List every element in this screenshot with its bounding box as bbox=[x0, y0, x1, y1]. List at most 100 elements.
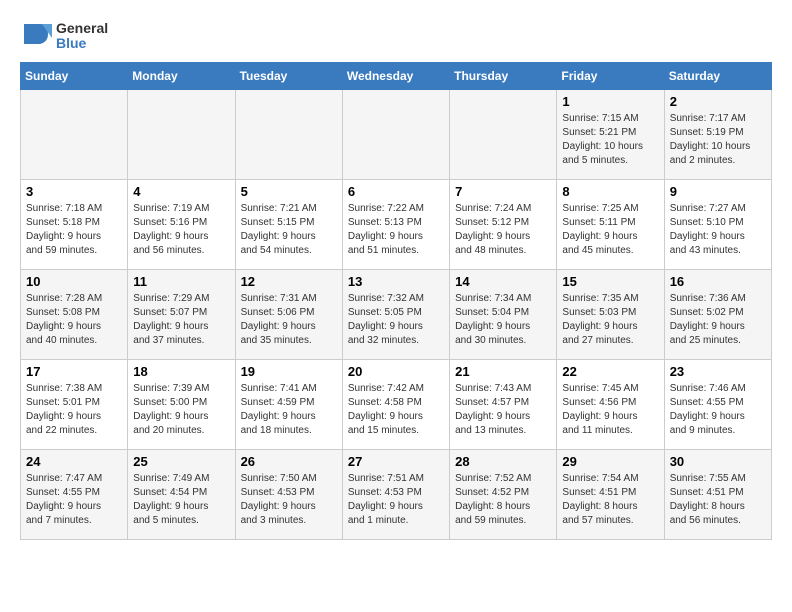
logo-icon bbox=[20, 20, 52, 52]
day-number: 27 bbox=[348, 454, 444, 469]
calendar-cell: 29 Sunrise: 7:54 AM Sunset: 4:51 PM Dayli… bbox=[557, 450, 664, 540]
day-number: 2 bbox=[670, 94, 766, 109]
col-header-wednesday: Wednesday bbox=[342, 63, 449, 90]
day-info: Sunrise: 7:42 AM Sunset: 4:58 PM Dayligh… bbox=[348, 382, 444, 438]
day-number: 23 bbox=[670, 364, 766, 379]
calendar-cell bbox=[450, 90, 557, 180]
logo-text-general: General bbox=[56, 21, 108, 36]
day-number: 19 bbox=[241, 364, 337, 379]
col-header-friday: Friday bbox=[557, 63, 664, 90]
day-info: Sunrise: 7:41 AM Sunset: 4:59 PM Dayligh… bbox=[241, 382, 337, 438]
calendar-cell: 11Sunrise: 7:29 AM Sunset: 5:07 PM Dayli… bbox=[128, 270, 235, 360]
day-number: 26 bbox=[241, 454, 337, 469]
day-info: Sunrise: 7:46 AM Sunset: 4:55 PM Dayligh… bbox=[670, 382, 766, 438]
calendar-cell: 5 Sunrise: 7:21 AM Sunset: 5:15 PM Daylig… bbox=[235, 180, 342, 270]
calendar-cell: 26 Sunrise: 7:50 AM Sunset: 4:53 PM Dayli… bbox=[235, 450, 342, 540]
day-number: 7 bbox=[455, 184, 551, 199]
day-number: 15 bbox=[562, 274, 658, 289]
day-info: Sunrise: 7:19 AM Sunset: 5:16 PM Dayligh… bbox=[133, 202, 229, 258]
calendar-cell: 12 Sunrise: 7:31 AM Sunset: 5:06 PM Dayli… bbox=[235, 270, 342, 360]
calendar-cell: 19 Sunrise: 7:41 AM Sunset: 4:59 PM Dayli… bbox=[235, 360, 342, 450]
calendar-cell: 2 Sunrise: 7:17 AM Sunset: 5:19 PM Daylig… bbox=[664, 90, 771, 180]
day-number: 14 bbox=[455, 274, 551, 289]
calendar-cell: 17 Sunrise: 7:38 AM Sunset: 5:01 PM Dayli… bbox=[21, 360, 128, 450]
day-number: 20 bbox=[348, 364, 444, 379]
calendar-cell: 16 Sunrise: 7:36 AM Sunset: 5:02 PM Dayli… bbox=[664, 270, 771, 360]
day-info: Sunrise: 7:25 AM Sunset: 5:11 PM Dayligh… bbox=[562, 202, 658, 258]
day-info: Sunrise: 7:54 AM Sunset: 4:51 PM Dayligh… bbox=[562, 472, 658, 528]
day-number: 25 bbox=[133, 454, 229, 469]
calendar-cell: 6 Sunrise: 7:22 AM Sunset: 5:13 PM Daylig… bbox=[342, 180, 449, 270]
calendar-cell: 4 Sunrise: 7:19 AM Sunset: 5:16 PM Daylig… bbox=[128, 180, 235, 270]
col-header-tuesday: Tuesday bbox=[235, 63, 342, 90]
day-number: 9 bbox=[670, 184, 766, 199]
calendar-table: SundayMondayTuesdayWednesdayThursdayFrid… bbox=[20, 62, 772, 540]
day-number: 18 bbox=[133, 364, 229, 379]
calendar-cell: 15 Sunrise: 7:35 AM Sunset: 5:03 PM Dayli… bbox=[557, 270, 664, 360]
day-number: 5 bbox=[241, 184, 337, 199]
day-info: Sunrise: 7:49 AM Sunset: 4:54 PM Dayligh… bbox=[133, 472, 229, 528]
calendar-cell: 22 Sunrise: 7:45 AM Sunset: 4:56 PM Dayli… bbox=[557, 360, 664, 450]
day-info: Sunrise: 7:22 AM Sunset: 5:13 PM Dayligh… bbox=[348, 202, 444, 258]
logo-wordmark: General Blue bbox=[20, 20, 108, 52]
day-info: Sunrise: 7:28 AM Sunset: 5:08 PM Dayligh… bbox=[26, 292, 122, 348]
page-header: General Blue bbox=[20, 20, 772, 52]
day-info: Sunrise: 7:55 AM Sunset: 4:51 PM Dayligh… bbox=[670, 472, 766, 528]
day-number: 4 bbox=[133, 184, 229, 199]
calendar-cell: 25 Sunrise: 7:49 AM Sunset: 4:54 PM Dayli… bbox=[128, 450, 235, 540]
day-info: Sunrise: 7:35 AM Sunset: 5:03 PM Dayligh… bbox=[562, 292, 658, 348]
day-number: 6 bbox=[348, 184, 444, 199]
calendar-cell: 21 Sunrise: 7:43 AM Sunset: 4:57 PM Dayli… bbox=[450, 360, 557, 450]
day-info: Sunrise: 7:52 AM Sunset: 4:52 PM Dayligh… bbox=[455, 472, 551, 528]
day-number: 11 bbox=[133, 274, 229, 289]
col-header-monday: Monday bbox=[128, 63, 235, 90]
day-number: 29 bbox=[562, 454, 658, 469]
day-info: Sunrise: 7:15 AM Sunset: 5:21 PM Dayligh… bbox=[562, 112, 658, 168]
day-number: 12 bbox=[241, 274, 337, 289]
day-number: 28 bbox=[455, 454, 551, 469]
calendar-cell: 23 Sunrise: 7:46 AM Sunset: 4:55 PM Dayli… bbox=[664, 360, 771, 450]
calendar-cell bbox=[235, 90, 342, 180]
day-info: Sunrise: 7:43 AM Sunset: 4:57 PM Dayligh… bbox=[455, 382, 551, 438]
calendar-cell: 10 Sunrise: 7:28 AM Sunset: 5:08 PM Dayli… bbox=[21, 270, 128, 360]
day-number: 22 bbox=[562, 364, 658, 379]
day-number: 21 bbox=[455, 364, 551, 379]
day-number: 17 bbox=[26, 364, 122, 379]
day-info: Sunrise: 7:47 AM Sunset: 4:55 PM Dayligh… bbox=[26, 472, 122, 528]
calendar-cell: 1Sunrise: 7:15 AM Sunset: 5:21 PM Daylig… bbox=[557, 90, 664, 180]
day-info: Sunrise: 7:27 AM Sunset: 5:10 PM Dayligh… bbox=[670, 202, 766, 258]
day-number: 24 bbox=[26, 454, 122, 469]
calendar-cell: 7 Sunrise: 7:24 AM Sunset: 5:12 PM Daylig… bbox=[450, 180, 557, 270]
day-number: 16 bbox=[670, 274, 766, 289]
calendar-cell bbox=[342, 90, 449, 180]
col-header-thursday: Thursday bbox=[450, 63, 557, 90]
calendar-cell: 8 Sunrise: 7:25 AM Sunset: 5:11 PM Daylig… bbox=[557, 180, 664, 270]
day-number: 8 bbox=[562, 184, 658, 199]
day-info: Sunrise: 7:50 AM Sunset: 4:53 PM Dayligh… bbox=[241, 472, 337, 528]
day-info: Sunrise: 7:21 AM Sunset: 5:15 PM Dayligh… bbox=[241, 202, 337, 258]
day-info: Sunrise: 7:36 AM Sunset: 5:02 PM Dayligh… bbox=[670, 292, 766, 348]
calendar-header: SundayMondayTuesdayWednesdayThursdayFrid… bbox=[21, 63, 772, 90]
day-info: Sunrise: 7:17 AM Sunset: 5:19 PM Dayligh… bbox=[670, 112, 766, 168]
logo-text-blue: Blue bbox=[56, 36, 108, 51]
calendar-cell: 20 Sunrise: 7:42 AM Sunset: 4:58 PM Dayli… bbox=[342, 360, 449, 450]
day-info: Sunrise: 7:32 AM Sunset: 5:05 PM Dayligh… bbox=[348, 292, 444, 348]
day-number: 13 bbox=[348, 274, 444, 289]
day-info: Sunrise: 7:18 AM Sunset: 5:18 PM Dayligh… bbox=[26, 202, 122, 258]
day-info: Sunrise: 7:39 AM Sunset: 5:00 PM Dayligh… bbox=[133, 382, 229, 438]
calendar-cell: 30Sunrise: 7:55 AM Sunset: 4:51 PM Dayli… bbox=[664, 450, 771, 540]
day-number: 10 bbox=[26, 274, 122, 289]
day-number: 3 bbox=[26, 184, 122, 199]
calendar-cell: 13 Sunrise: 7:32 AM Sunset: 5:05 PM Dayli… bbox=[342, 270, 449, 360]
day-info: Sunrise: 7:38 AM Sunset: 5:01 PM Dayligh… bbox=[26, 382, 122, 438]
calendar-cell: 27 Sunrise: 7:51 AM Sunset: 4:53 PM Dayli… bbox=[342, 450, 449, 540]
day-info: Sunrise: 7:51 AM Sunset: 4:53 PM Dayligh… bbox=[348, 472, 444, 528]
day-info: Sunrise: 7:31 AM Sunset: 5:06 PM Dayligh… bbox=[241, 292, 337, 348]
day-info: Sunrise: 7:24 AM Sunset: 5:12 PM Dayligh… bbox=[455, 202, 551, 258]
logo: General Blue bbox=[20, 20, 108, 52]
day-info: Sunrise: 7:34 AM Sunset: 5:04 PM Dayligh… bbox=[455, 292, 551, 348]
calendar-cell: 28 Sunrise: 7:52 AM Sunset: 4:52 PM Dayli… bbox=[450, 450, 557, 540]
calendar-cell: 24 Sunrise: 7:47 AM Sunset: 4:55 PM Dayli… bbox=[21, 450, 128, 540]
day-info: Sunrise: 7:45 AM Sunset: 4:56 PM Dayligh… bbox=[562, 382, 658, 438]
calendar-cell bbox=[128, 90, 235, 180]
